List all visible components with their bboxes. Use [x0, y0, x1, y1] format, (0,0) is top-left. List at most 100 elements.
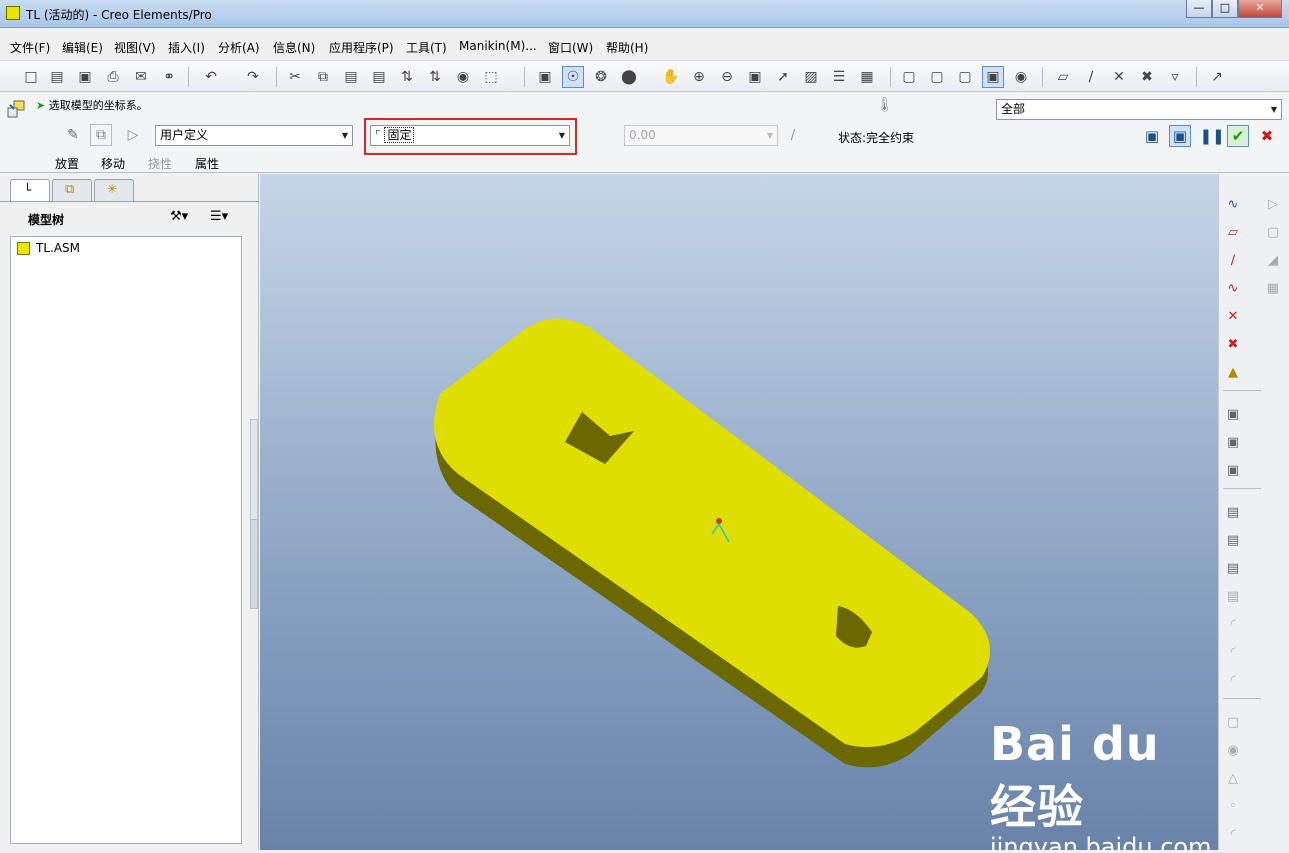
maximize-button[interactable]: □: [1212, 0, 1238, 18]
panel-resize-handle[interactable]: [250, 519, 258, 609]
create-component-icon[interactable]: ▣: [1223, 432, 1243, 452]
menu-info[interactable]: 信息(N): [273, 39, 315, 56]
round-icon[interactable]: ◜: [1223, 614, 1243, 634]
no-hidden-icon[interactable]: ▢: [954, 66, 976, 88]
regenerate-icon[interactable]: ⇅: [396, 66, 418, 88]
menu-file[interactable]: 文件(F): [10, 39, 50, 56]
menu-analysis[interactable]: 分析(A): [218, 39, 260, 56]
offset-value-field[interactable]: 0.00 ▼: [624, 125, 778, 146]
tab-properties[interactable]: 属性: [195, 155, 219, 172]
mirror-tool-icon[interactable]: ▷: [1263, 194, 1283, 214]
orient-mode-icon[interactable]: ❂: [590, 66, 612, 88]
paste-special-icon[interactable]: ▤: [368, 66, 390, 88]
pause-icon[interactable]: ❚❚: [1199, 125, 1224, 147]
tab-flexibility[interactable]: 挠性: [148, 155, 172, 172]
enhanced-realism-icon[interactable]: ◉: [1010, 66, 1032, 88]
select-box-icon[interactable]: ⬚: [480, 66, 502, 88]
flag-icon[interactable]: ▷: [122, 124, 144, 146]
datum-axis-icon[interactable]: ∕: [1223, 250, 1243, 270]
undo-icon[interactable]: ↶: [200, 66, 222, 88]
view-manager-icon[interactable]: ▦: [856, 66, 878, 88]
datum-curve-icon[interactable]: ∿: [1223, 278, 1243, 298]
pan-hand-icon[interactable]: ✋: [660, 66, 682, 88]
regen-manager-icon[interactable]: ⇅: [424, 66, 446, 88]
sketch-icon[interactable]: ∿: [1223, 194, 1243, 214]
close-button[interactable]: ✕: [1238, 0, 1282, 18]
zoom-in-icon[interactable]: ⊕: [688, 66, 710, 88]
menu-window[interactable]: 窗口(W): [548, 39, 593, 56]
layers-icon[interactable]: ☰: [828, 66, 850, 88]
menu-manikin[interactable]: Manikin(M)...: [459, 39, 537, 53]
shading-icon[interactable]: ▣: [982, 66, 1004, 88]
revolve-icon[interactable]: ◦: [1223, 796, 1243, 816]
find-icon[interactable]: ◉: [452, 66, 474, 88]
minimize-button[interactable]: —: [1186, 0, 1212, 18]
cancel-x-icon[interactable]: ✖: [1256, 125, 1278, 147]
appearance-sphere-icon[interactable]: ⬤: [618, 66, 640, 88]
selection-filter-dropdown[interactable]: 全部 ▼: [996, 99, 1282, 120]
mirror-component-icon[interactable]: ▤: [1223, 530, 1243, 550]
new-file-icon[interactable]: □: [20, 66, 42, 88]
menu-tools[interactable]: 工具(T): [406, 39, 447, 56]
copy-icon[interactable]: ⧉: [312, 66, 334, 88]
merge-component-icon[interactable]: ▤: [1223, 558, 1243, 578]
grid-tool-icon[interactable]: ▦: [1263, 278, 1283, 298]
csys-display-icon[interactable]: ✖: [1136, 66, 1158, 88]
datum-point-icon[interactable]: ✕: [1223, 306, 1243, 326]
save-icon[interactable]: ▣: [74, 66, 96, 88]
datum-plane-display-icon[interactable]: ▱: [1052, 66, 1074, 88]
shell-icon[interactable]: ▢: [1223, 712, 1243, 732]
zoom-out-icon[interactable]: ⊖: [716, 66, 738, 88]
menu-view[interactable]: 视图(V): [114, 39, 156, 56]
component-window-icon[interactable]: ▣: [1141, 125, 1163, 147]
assembly-window-icon[interactable]: ▣: [1169, 125, 1191, 147]
menu-edit[interactable]: 编辑(E): [62, 39, 103, 56]
graphics-viewport[interactable]: Bai du 经验 jingyan.baidu.com: [260, 174, 1218, 853]
menu-help[interactable]: 帮助(H): [606, 39, 648, 56]
menu-applications[interactable]: 应用程序(P): [329, 39, 394, 56]
tab-placement[interactable]: 放置: [55, 155, 79, 172]
repeat-component-icon[interactable]: ▤: [1223, 502, 1243, 522]
paste-icon[interactable]: ▤: [340, 66, 362, 88]
datum-plane-icon[interactable]: ▱: [1223, 222, 1243, 242]
open-folder-icon[interactable]: ▤: [46, 66, 68, 88]
separate-window-icon[interactable]: ⧉: [90, 124, 112, 146]
tree-item-asm[interactable]: TL.ASM: [17, 241, 80, 255]
show-component-window-icon[interactable]: ✎: [62, 124, 84, 146]
analysis-feature-icon[interactable]: ▲: [1223, 362, 1243, 382]
extrude-icon[interactable]: △: [1223, 768, 1243, 788]
datum-point-display-icon[interactable]: ✕: [1108, 66, 1130, 88]
menu-insert[interactable]: 插入(I): [168, 39, 205, 56]
tab-model-tree[interactable]: └: [10, 179, 50, 201]
refit-icon[interactable]: ▣: [744, 66, 766, 88]
chamfer-icon[interactable]: ◜: [1223, 642, 1243, 662]
tree-show-icon[interactable]: ☰▾: [210, 209, 228, 224]
draft-icon[interactable]: ◜: [1223, 670, 1243, 690]
flip-offset-icon[interactable]: ∕: [782, 124, 804, 146]
assemble-component-icon[interactable]: ▣: [1223, 404, 1243, 424]
hidden-line-icon[interactable]: ▢: [926, 66, 948, 88]
tree-settings-icon[interactable]: ⚒▾: [170, 209, 188, 224]
cut-out-icon[interactable]: ▤: [1223, 586, 1243, 606]
repaint-icon[interactable]: ▣: [534, 66, 556, 88]
sweep-icon[interactable]: ◜: [1223, 824, 1243, 844]
trim-tool-icon[interactable]: ◢: [1263, 250, 1283, 270]
redo-icon[interactable]: ↷: [242, 66, 264, 88]
pattern-icon[interactable]: ◉: [1223, 740, 1243, 760]
constraint-set-dropdown[interactable]: 用户定义 ▼: [155, 125, 353, 146]
wireframe-icon[interactable]: ▢: [898, 66, 920, 88]
cut-icon[interactable]: ✂: [284, 66, 306, 88]
annotation-display-icon[interactable]: ▿: [1164, 66, 1186, 88]
tab-move[interactable]: 移动: [101, 155, 125, 172]
package-component-icon[interactable]: ▣: [1223, 460, 1243, 480]
datum-csys-icon[interactable]: ✖: [1223, 334, 1243, 354]
reorient-icon[interactable]: ➚: [772, 66, 794, 88]
datum-axis-display-icon[interactable]: ∕: [1080, 66, 1102, 88]
context-help-icon[interactable]: ↗: [1206, 66, 1228, 88]
send-mail-icon[interactable]: ✉: [130, 66, 152, 88]
spin-center-icon[interactable]: ☉: [562, 66, 584, 88]
saved-views-icon[interactable]: ▨: [800, 66, 822, 88]
merge-tool-icon[interactable]: ▢: [1263, 222, 1283, 242]
tab-folder-browser[interactable]: ⧉: [52, 179, 92, 201]
send-link-icon[interactable]: ⚭: [158, 66, 180, 88]
